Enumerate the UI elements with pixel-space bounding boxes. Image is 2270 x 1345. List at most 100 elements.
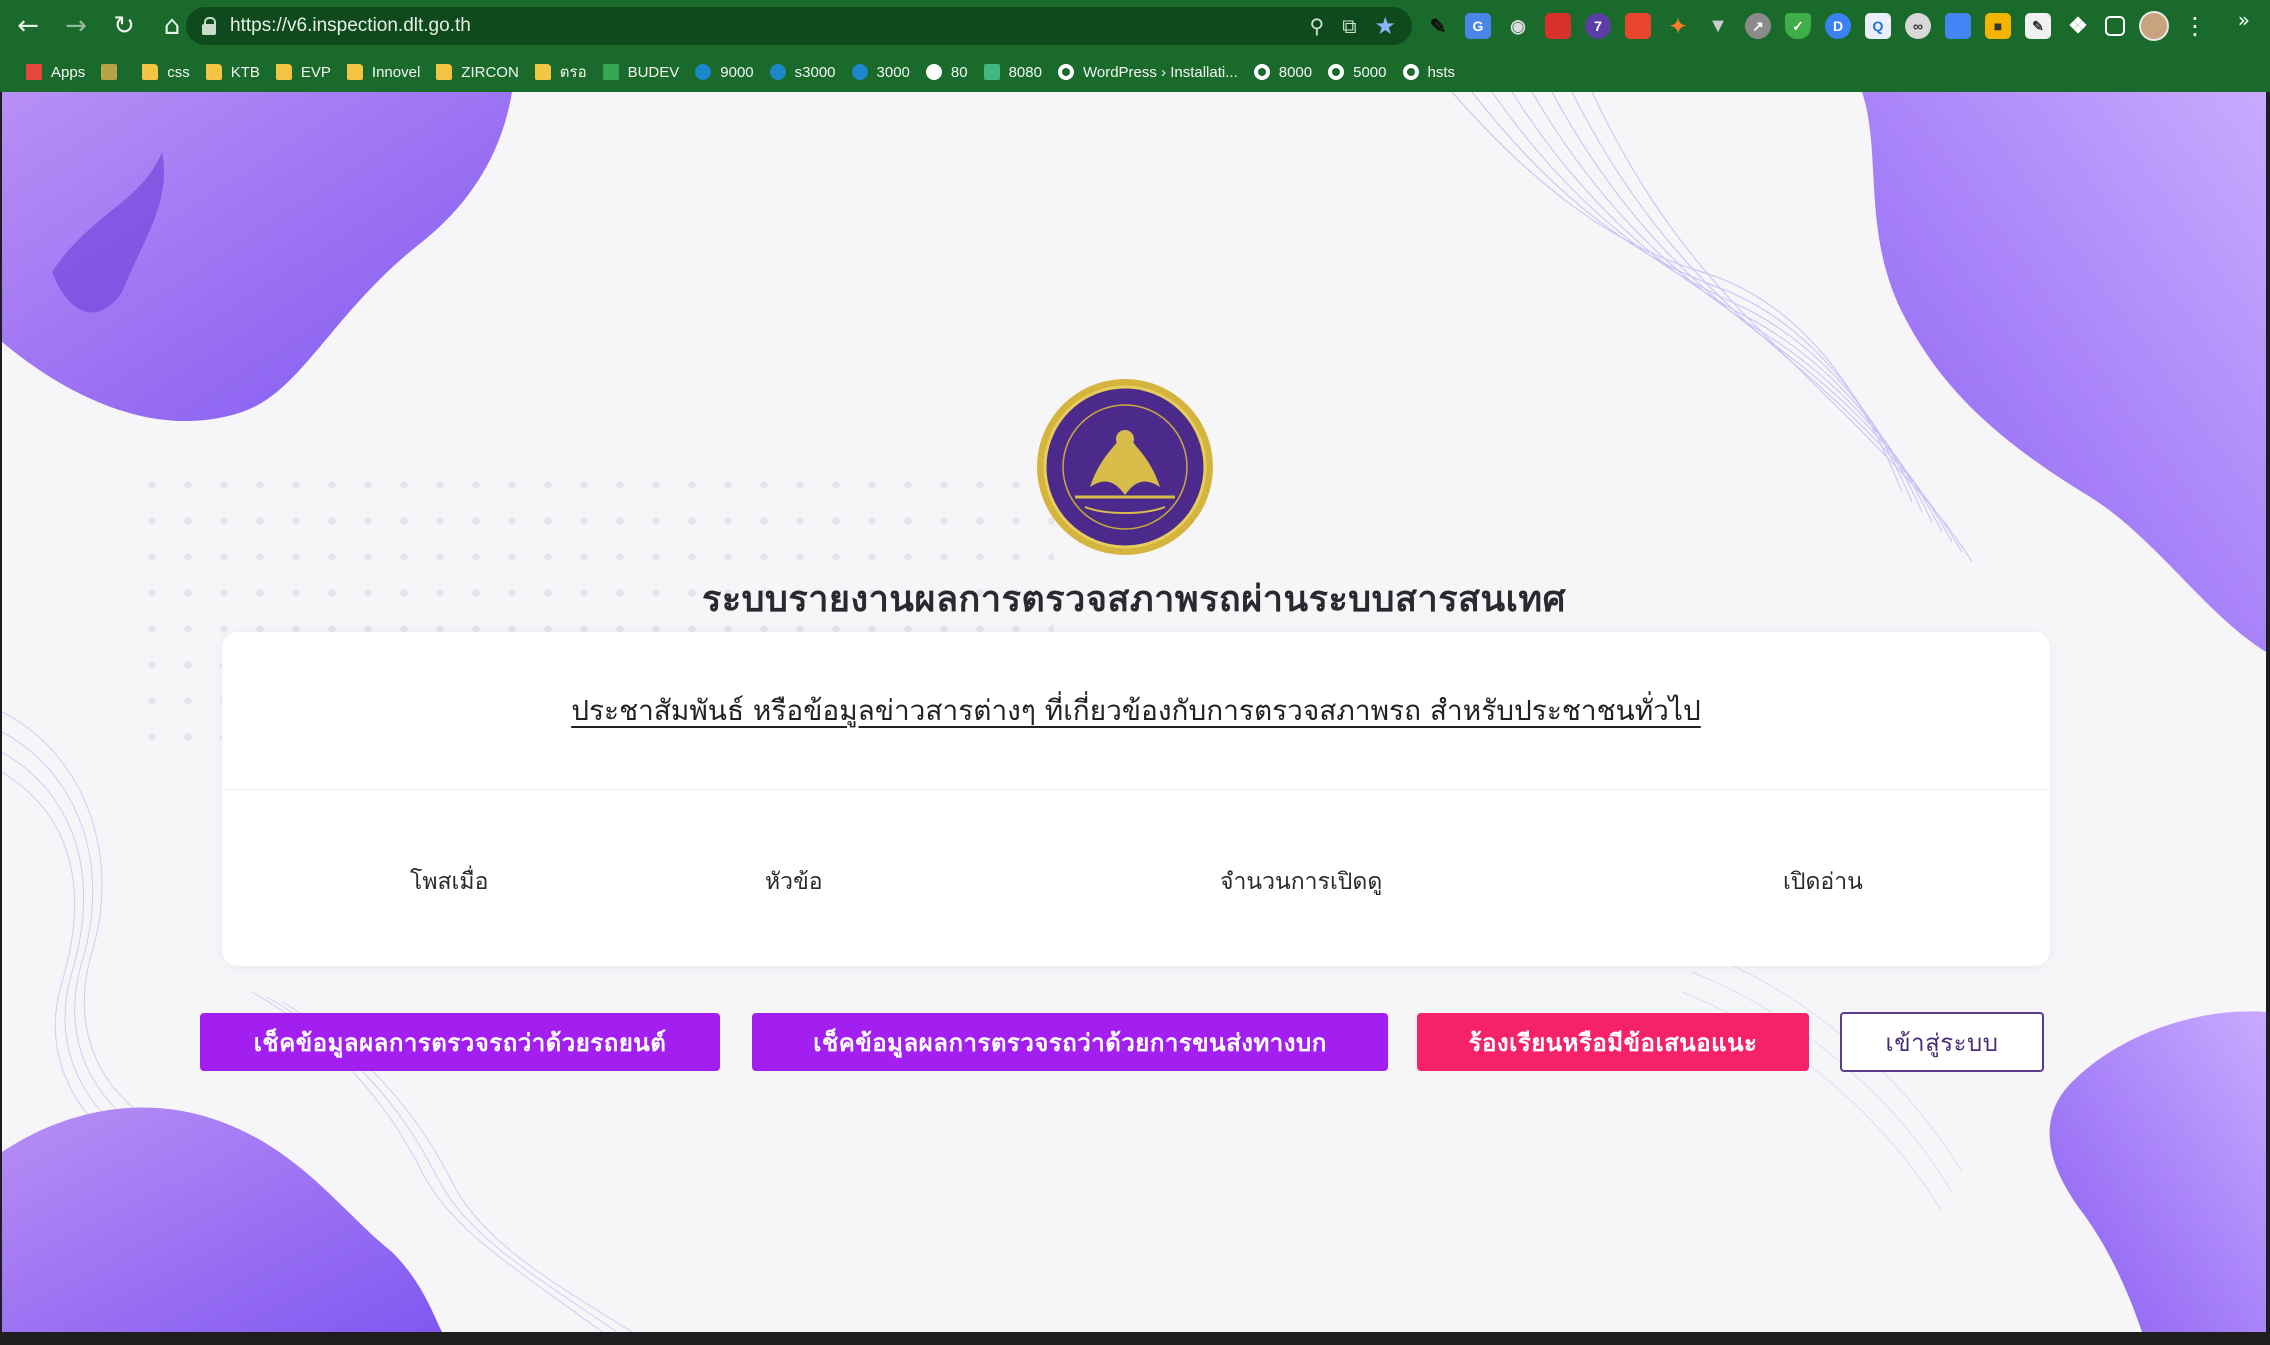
address-bar[interactable]: https://v6.inspection.dlt.go.th ⚲ ⧉ ★	[186, 7, 1412, 45]
bookmark-label: 8080	[1008, 63, 1042, 81]
bookmark-item[interactable]: s3000	[762, 56, 844, 88]
bookmark-label: ตรอ	[559, 64, 587, 81]
forward-icon[interactable]: →	[56, 6, 96, 46]
side-panel-icon[interactable]	[2105, 16, 2125, 36]
site-icon	[851, 64, 868, 80]
bookmark-label: Apps	[51, 63, 86, 81]
fire-extension-icon[interactable]: ✦	[1665, 13, 1691, 39]
bookmark-item[interactable]	[93, 56, 134, 88]
bookmark-item[interactable]: WordPress › Installati...	[1050, 56, 1246, 88]
pen-extension-icon[interactable]: ✎	[1425, 13, 1451, 39]
folder-icon	[275, 64, 292, 80]
bookmarks-bar: Apps css KTB EVP Innovel ZIRCON ตรอ BUDEV 9000 s3…	[0, 52, 2270, 92]
bookmark-item[interactable]: 3000	[844, 56, 918, 88]
reload-icon[interactable]: ↻	[104, 6, 144, 46]
announcement-link[interactable]: ประชาสัมพันธ์ หรือข้อมูลข่าวสารต่างๆ ที่…	[571, 689, 1701, 733]
bookmark-item[interactable]: 9000	[687, 56, 761, 88]
bookmark-item[interactable]: css	[134, 56, 198, 88]
bookmark-label: 5000	[1353, 63, 1387, 81]
login-button[interactable]: เข้าสู่ระบบ	[1840, 1012, 2044, 1072]
url-text[interactable]: https://v6.inspection.dlt.go.th	[230, 15, 471, 37]
globe-icon	[1328, 64, 1345, 80]
bookmark-item[interactable]: ZIRCON	[428, 56, 527, 88]
browser-chrome: ← → ↻ ⌂ https://v6.inspection.dlt.go.th …	[0, 0, 2270, 92]
column-header-topic: หัวข้อ	[765, 869, 823, 895]
bookmark-item[interactable]: BUDEV	[595, 56, 688, 88]
folder-icon	[346, 64, 363, 80]
window-bottom-edge	[0, 1332, 2270, 1345]
column-header-read: เปิดอ่าน	[1783, 869, 1863, 895]
bookmark-star-icon[interactable]: ★	[1374, 12, 1396, 40]
folder-icon	[436, 64, 453, 80]
bookmark-item[interactable]: ตรอ	[527, 56, 595, 88]
bookmark-label: BUDEV	[627, 63, 680, 81]
site-icon	[695, 64, 712, 80]
cube-icon	[101, 64, 118, 80]
shield-extension-icon[interactable]: ✓	[1785, 13, 1811, 39]
bookmark-item[interactable]: hsts	[1395, 56, 1464, 88]
shapes-extension-icon[interactable]: 7	[1585, 13, 1611, 39]
d-extension-icon[interactable]: D	[1825, 13, 1851, 39]
page-viewport: ระบบรายงานผลการตรวจสภาพรถผ่านระบบสารสนเท…	[2, 92, 2266, 1332]
action-buttons: เช็คข้อมูลผลการตรวจรถว่าด้วยรถยนต์ เช็คข…	[2, 1012, 2266, 1073]
vuetify-extension-icon[interactable]: ▼	[1705, 13, 1731, 39]
camera-extension-icon[interactable]: ◉	[1505, 13, 1531, 39]
announcement-card-header: ประชาสัมพันธ์ หรือข้อมูลข่าวสารต่างๆ ที่…	[222, 632, 2050, 790]
page-title: ระบบรายงานผลการตรวจสภาพรถผ่านระบบสารสนเท…	[701, 579, 1566, 620]
check-transport-result-button[interactable]: เช็คข้อมูลผลการตรวจรถว่าด้วยการขนส่งทางบ…	[752, 1013, 1388, 1071]
site-icon	[769, 64, 786, 80]
bookmark-item[interactable]: EVP	[268, 56, 339, 88]
bookmark-item[interactable]: 8080	[976, 56, 1050, 88]
apps-grid-icon	[26, 64, 42, 80]
globe-icon	[1402, 64, 1419, 80]
bookmark-label: WordPress › Installati...	[1082, 63, 1238, 81]
bookmark-item[interactable]: KTB	[198, 56, 268, 88]
bookmark-label: s3000	[794, 63, 836, 81]
drive-icon	[602, 64, 619, 80]
globe-icon	[1253, 64, 1270, 80]
browser-menu-icon[interactable]: ⋮	[2183, 12, 2207, 40]
bookmark-label: 3000	[876, 63, 910, 81]
bookmark-label: EVP	[300, 63, 331, 81]
yellow-extension-icon[interactable]: ■	[1985, 13, 2011, 39]
check-car-result-button[interactable]: เช็คข้อมูลผลการตรวจรถว่าด้วยรถยนต์	[200, 1013, 720, 1071]
bookmark-label: KTB	[230, 63, 260, 81]
wordpress-icon	[925, 64, 942, 80]
compass-extension-icon[interactable]: ↗	[1745, 13, 1771, 39]
share-icon[interactable]: ⧉	[1342, 14, 1356, 38]
folder-icon	[142, 64, 159, 80]
bookmark-label: 80	[950, 63, 968, 81]
bookmark-item[interactable]: 5000	[1320, 56, 1394, 88]
column-header-views: จำนวนการเปิดดู	[1220, 869, 1383, 895]
complaint-button[interactable]: ร้องเรียนหรือมีข้อเสนอแนะ	[1417, 1013, 1809, 1071]
owl-extension-icon[interactable]: ∞	[1905, 13, 1931, 39]
bookmark-item[interactable]: Apps	[18, 56, 93, 88]
bookmarks-overflow-icon[interactable]: »	[2238, 8, 2250, 32]
blob-top-right	[1862, 92, 2266, 652]
blob-bottom-left	[2, 1107, 442, 1332]
lock-icon	[202, 17, 216, 35]
bookmark-item[interactable]: 80	[918, 56, 976, 88]
profile-avatar[interactable]	[2139, 11, 2169, 41]
puzzle-extensions-icon[interactable]: ❖	[2065, 13, 2091, 39]
zoom-icon[interactable]: ⚲	[1310, 14, 1325, 38]
bookmark-label: ZIRCON	[461, 63, 519, 81]
browser-toolbar: ← → ↻ ⌂ https://v6.inspection.dlt.go.th …	[0, 0, 2270, 52]
office-extension-icon[interactable]	[1625, 13, 1651, 39]
bookmark-label: 8000	[1278, 63, 1313, 81]
bookmark-item[interactable]: 8000	[1246, 56, 1320, 88]
red-extension-icon[interactable]	[1545, 13, 1571, 39]
note-extension-icon[interactable]: ✎	[2025, 13, 2051, 39]
vue-icon	[983, 64, 1000, 80]
bookmark-label: css	[167, 63, 190, 81]
translate-extension-icon[interactable]: G	[1465, 13, 1491, 39]
search-page-extension-icon[interactable]: Q	[1865, 13, 1891, 39]
announcement-card: ประชาสัมพันธ์ หรือข้อมูลข่าวสารต่างๆ ที่…	[222, 632, 2050, 966]
bookmark-label: 9000	[720, 63, 754, 81]
bookmark-label: hsts	[1427, 63, 1456, 81]
docs-extension-icon[interactable]	[1945, 13, 1971, 39]
back-icon[interactable]: ←	[8, 6, 48, 46]
bookmark-item[interactable]: Innovel	[339, 56, 428, 88]
column-header-posted: โพสเมื่อ	[410, 869, 489, 895]
extensions-bar: ✎ G ◉ 7 ✦ ▼ ↗ ✓ D Q ∞ ■ ✎ ❖ ⋮	[1425, 8, 2207, 44]
